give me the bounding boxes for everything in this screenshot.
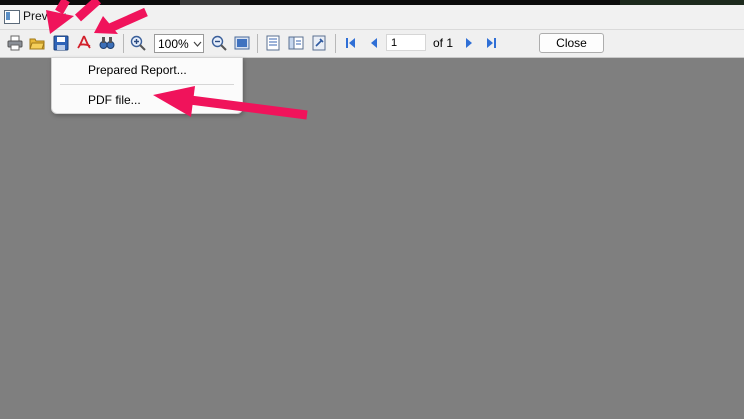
thumbnails-icon[interactable]: [287, 34, 305, 52]
page-setup-icon[interactable]: [310, 34, 328, 52]
full-screen-icon[interactable]: [233, 34, 251, 52]
save-dropdown-menu: Prepared Report... PDF file...: [51, 57, 243, 114]
window-title: Preview: [23, 9, 66, 23]
chevron-down-icon[interactable]: [191, 35, 203, 52]
outline-icon[interactable]: [264, 34, 282, 52]
menu-item-pdf-file[interactable]: PDF file...: [52, 89, 242, 111]
zoom-select[interactable]: 100%: [154, 34, 204, 53]
menu-divider: [60, 84, 234, 85]
printer-icon[interactable]: [6, 34, 24, 52]
pdf-icon[interactable]: [75, 34, 93, 52]
page-number-input[interactable]: [386, 34, 426, 51]
toolbar-separator: [123, 34, 124, 53]
last-page-icon[interactable]: [482, 34, 500, 52]
previous-page-icon[interactable]: [365, 34, 383, 52]
window-icon: [4, 10, 20, 24]
toolbar-separator: [335, 34, 336, 53]
zoom-in-icon[interactable]: [129, 34, 147, 52]
first-page-icon[interactable]: [342, 34, 360, 52]
zoom-value: 100%: [158, 36, 189, 51]
page-count-label: of 1: [433, 36, 454, 50]
toolbar-separator: [257, 34, 258, 53]
preview-toolbar: 100% of 1 Close: [0, 30, 744, 58]
menu-item-label: Prepared Report...: [88, 63, 187, 77]
save-icon[interactable]: [52, 34, 70, 52]
menu-item-label: PDF file...: [88, 93, 141, 107]
find-icon[interactable]: [98, 34, 116, 52]
title-bar: Preview: [0, 5, 744, 30]
next-page-icon[interactable]: [460, 34, 478, 52]
open-folder-icon[interactable]: [28, 34, 46, 52]
close-button[interactable]: Close: [539, 33, 604, 53]
zoom-out-icon[interactable]: [210, 34, 228, 52]
menu-item-prepared-report[interactable]: Prepared Report...: [52, 59, 242, 81]
